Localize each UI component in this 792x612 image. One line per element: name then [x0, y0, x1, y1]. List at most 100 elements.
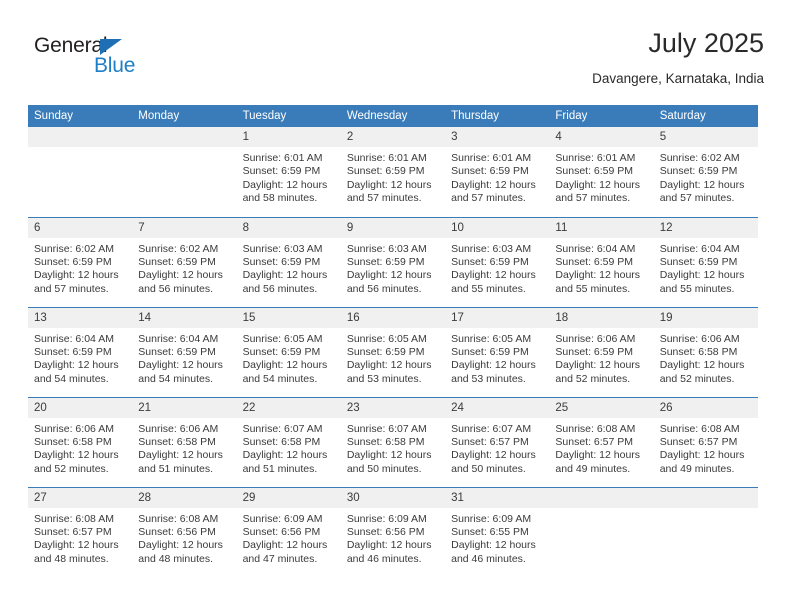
calendar-day-cell[interactable]: 1 Sunrise: 6:01 AM Sunset: 6:59 PM Daylight… [236, 127, 341, 217]
calendar-day-cell[interactable]: 18 Sunrise: 6:06 AM Sunset: 6:59 PM Dayligh… [549, 306, 654, 397]
title-block: July 2025 Davangere, Karnataka, India [264, 26, 764, 89]
day-number: 11 [549, 217, 654, 238]
day-number: 21 [132, 397, 237, 418]
daylight-text: Daylight: 12 hours [138, 359, 223, 372]
daylight-text: Daylight: 12 hours [451, 539, 536, 552]
calendar-day-cell[interactable]: 17 Sunrise: 6:05 AM Sunset: 6:59 PM Dayligh… [445, 306, 550, 397]
day-details: Sunrise: 6:05 AM Sunset: 6:59 PM Daylight:… [445, 328, 549, 387]
calendar-day-cell[interactable]: 3 Sunrise: 6:01 AM Sunset: 6:59 PM Daylight… [445, 127, 550, 217]
calendar-day-cell[interactable]: 23 Sunrise: 6:07 AM Sunset: 6:58 PM Dayligh… [340, 396, 446, 487]
calendar-day-cell[interactable]: 6 Sunrise: 6:02 AM Sunset: 6:59 PM Daylight… [28, 216, 133, 307]
day-details: Sunrise: 6:04 AM Sunset: 6:59 PM Daylight:… [132, 328, 236, 387]
day-details: Sunrise: 6:05 AM Sunset: 6:59 PM Daylight:… [237, 328, 341, 387]
daylight-text: and 52 minutes. [659, 372, 735, 385]
day-details: Sunrise: 6:06 AM Sunset: 6:59 PM Daylight:… [549, 328, 653, 387]
page-title: July 2025 [648, 28, 764, 58]
daylight-text: and 57 minutes. [34, 282, 109, 295]
day-details: Sunrise: 6:02 AM Sunset: 6:59 PM Daylight:… [654, 147, 758, 206]
sunrise-text: Sunrise: 6:09 AM [451, 512, 532, 525]
calendar-day-cell[interactable]: 28 Sunrise: 6:08 AM Sunset: 6:56 PM Dayligh… [132, 486, 237, 577]
day-number [549, 487, 654, 508]
calendar-page: General Blue July 2025 Davangere, Karnat… [0, 0, 792, 612]
daylight-text: Daylight: 12 hours [451, 269, 536, 282]
daylight-text: Daylight: 12 hours [555, 359, 641, 372]
daylight-text: Daylight: 12 hours [138, 539, 223, 552]
daylight-text: Daylight: 12 hours [242, 539, 328, 552]
daylight-text: and 51 minutes. [138, 462, 213, 475]
general-blue-logo[interactable]: General Blue [34, 34, 274, 90]
day-details [654, 508, 758, 513]
daylight-text: Daylight: 12 hours [555, 178, 641, 191]
calendar-day-cell-empty [132, 127, 237, 217]
calendar-day-cell[interactable]: 20 Sunrise: 6:06 AM Sunset: 6:58 PM Dayligh… [28, 396, 133, 487]
calendar-day-cell[interactable]: 8 Sunrise: 6:03 AM Sunset: 6:59 PM Daylight… [236, 216, 341, 307]
sunrise-text: Sunrise: 6:01 AM [555, 152, 636, 164]
daylight-text: and 48 minutes. [138, 552, 213, 565]
sunrise-text: Sunrise: 6:05 AM [451, 332, 532, 345]
sunrise-text: Sunrise: 6:08 AM [555, 422, 636, 435]
sunrise-text: Sunrise: 6:06 AM [555, 332, 636, 345]
calendar-day-cell[interactable]: 10 Sunrise: 6:03 AM Sunset: 6:59 PM Dayligh… [445, 216, 550, 307]
sunrise-text: Sunrise: 6:03 AM [242, 242, 323, 255]
day-number: 15 [236, 307, 341, 328]
calendar-day-cell[interactable]: 11 Sunrise: 6:04 AM Sunset: 6:59 PM Dayligh… [549, 216, 654, 307]
day-details: Sunrise: 6:01 AM Sunset: 6:59 PM Daylight:… [549, 147, 653, 206]
sunset-text: Sunset: 6:56 PM [138, 525, 216, 538]
sunrise-text: Sunrise: 6:08 AM [138, 512, 219, 525]
calendar-day-cell[interactable]: 14 Sunrise: 6:04 AM Sunset: 6:59 PM Dayligh… [132, 306, 237, 397]
weekday-header-row: Sunday Monday Tuesday Wednesday Thursday… [28, 105, 758, 127]
daylight-text: and 54 minutes. [242, 372, 318, 385]
calendar-day-cell[interactable]: 9 Sunrise: 6:03 AM Sunset: 6:59 PM Daylight… [340, 216, 446, 307]
day-number: 7 [132, 217, 237, 238]
day-number: 23 [340, 397, 446, 418]
daylight-text: Daylight: 12 hours [555, 449, 641, 462]
calendar-day-cell[interactable]: 25 Sunrise: 6:08 AM Sunset: 6:57 PM Dayligh… [549, 396, 654, 487]
calendar-day-cell[interactable]: 29 Sunrise: 6:09 AM Sunset: 6:56 PM Dayligh… [236, 486, 341, 577]
daylight-text: and 53 minutes. [451, 372, 526, 385]
day-details: Sunrise: 6:01 AM Sunset: 6:59 PM Daylight:… [445, 147, 549, 206]
calendar-day-cell[interactable]: 2 Sunrise: 6:01 AM Sunset: 6:59 PM Daylight… [340, 127, 446, 217]
daylight-text: Daylight: 12 hours [659, 359, 745, 372]
daylight-text: Daylight: 12 hours [346, 539, 432, 552]
calendar-day-cell[interactable]: 7 Sunrise: 6:02 AM Sunset: 6:59 PM Daylight… [132, 216, 237, 307]
calendar-day-cell[interactable]: 12 Sunrise: 6:04 AM Sunset: 6:59 PM Dayligh… [653, 216, 758, 307]
calendar-day-cell[interactable]: 24 Sunrise: 6:07 AM Sunset: 6:57 PM Dayligh… [445, 396, 550, 487]
daylight-text: Daylight: 12 hours [346, 178, 432, 191]
sunrise-text: Sunrise: 6:08 AM [34, 512, 114, 525]
day-details [549, 508, 653, 513]
day-details: Sunrise: 6:02 AM Sunset: 6:59 PM Daylight:… [28, 238, 132, 297]
calendar-day-cell[interactable]: 19 Sunrise: 6:06 AM Sunset: 6:58 PM Dayligh… [653, 306, 758, 397]
daylight-text: and 57 minutes. [451, 192, 526, 205]
sunset-text: Sunset: 6:55 PM [451, 525, 529, 538]
calendar-day-cell[interactable]: 22 Sunrise: 6:07 AM Sunset: 6:58 PM Dayligh… [236, 396, 341, 487]
sunset-text: Sunset: 6:59 PM [242, 345, 321, 358]
weekday-header-monday: Monday [132, 105, 237, 127]
calendar-day-cell[interactable]: 16 Sunrise: 6:05 AM Sunset: 6:59 PM Dayligh… [340, 306, 446, 397]
calendar-day-cell[interactable]: 4 Sunrise: 6:01 AM Sunset: 6:59 PM Daylight… [549, 127, 654, 217]
sunrise-text: Sunrise: 6:07 AM [451, 422, 532, 435]
calendar-day-cell[interactable]: 26 Sunrise: 6:08 AM Sunset: 6:57 PM Dayligh… [653, 396, 758, 487]
sunrise-text: Sunrise: 6:09 AM [346, 512, 427, 525]
calendar-day-cell[interactable]: 27 Sunrise: 6:08 AM Sunset: 6:57 PM Dayligh… [28, 486, 133, 577]
day-number: 5 [653, 127, 758, 147]
day-number: 26 [653, 397, 758, 418]
day-number: 25 [549, 397, 654, 418]
calendar-week-row: 13 Sunrise: 6:04 AM Sunset: 6:59 PM Dayligh… [28, 306, 758, 397]
sunset-text: Sunset: 6:59 PM [659, 165, 738, 178]
calendar-day-cell[interactable]: 5 Sunrise: 6:02 AM Sunset: 6:59 PM Daylight… [653, 127, 758, 217]
calendar-week-row: 6 Sunrise: 6:02 AM Sunset: 6:59 PM Daylight… [28, 216, 758, 307]
day-number: 28 [132, 487, 237, 508]
weekday-header-wednesday: Wednesday [340, 105, 446, 127]
calendar-day-cell[interactable]: 21 Sunrise: 6:06 AM Sunset: 6:58 PM Dayligh… [132, 396, 237, 487]
weekday-header-thursday: Thursday [445, 105, 550, 127]
calendar-day-cell[interactable]: 15 Sunrise: 6:05 AM Sunset: 6:59 PM Dayligh… [236, 306, 341, 397]
daylight-text: and 57 minutes. [555, 192, 631, 205]
sunset-text: Sunset: 6:59 PM [138, 255, 216, 268]
calendar-day-cell-empty [28, 127, 133, 217]
daylight-text: Daylight: 12 hours [346, 269, 432, 282]
calendar-day-cell[interactable]: 13 Sunrise: 6:04 AM Sunset: 6:59 PM Dayligh… [28, 306, 133, 397]
calendar-grid: Sunday Monday Tuesday Wednesday Thursday… [28, 105, 758, 577]
daylight-text: Daylight: 12 hours [451, 449, 536, 462]
calendar-day-cell[interactable]: 31 Sunrise: 6:09 AM Sunset: 6:55 PM Dayligh… [445, 486, 550, 577]
calendar-day-cell[interactable]: 30 Sunrise: 6:09 AM Sunset: 6:56 PM Dayligh… [340, 486, 446, 577]
